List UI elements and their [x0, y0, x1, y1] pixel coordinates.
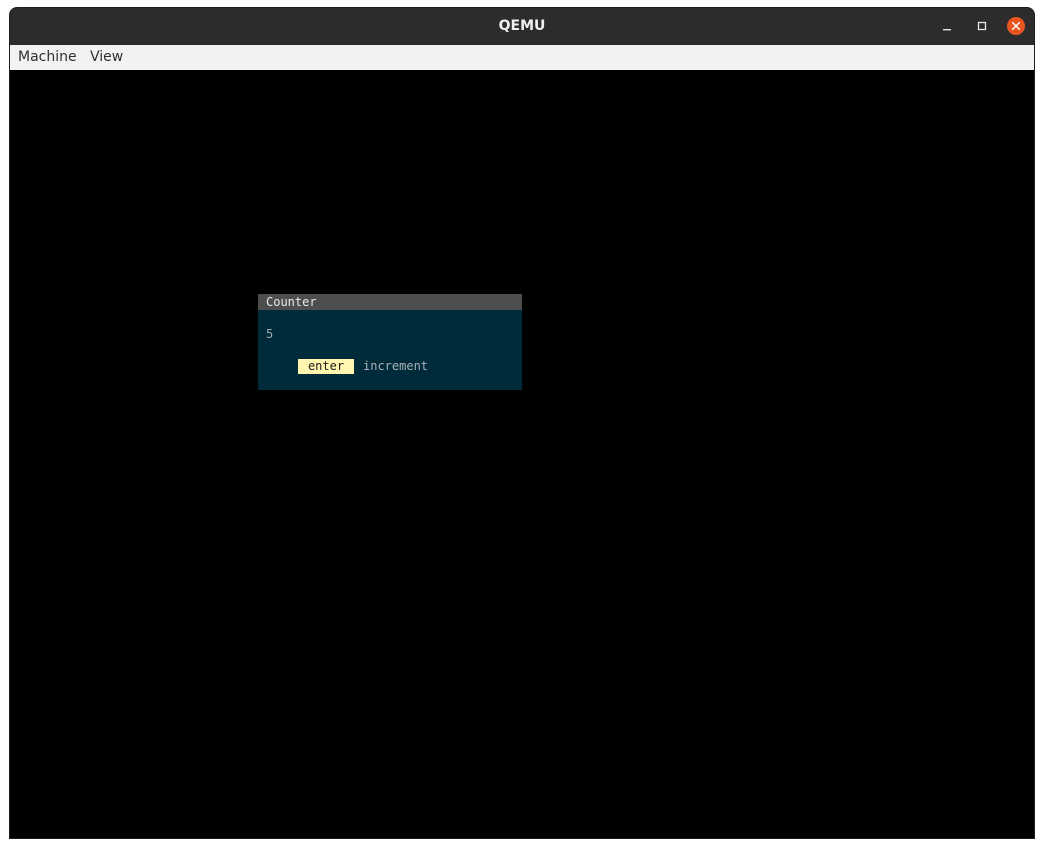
guest-display[interactable]: Counter 5 enter increment: [10, 70, 1034, 838]
window-title: QEMU: [498, 18, 546, 34]
minimize-icon: [943, 29, 951, 31]
counter-value: 5: [266, 327, 274, 341]
menu-view[interactable]: View: [90, 45, 123, 70]
counter-dialog: Counter 5 enter increment: [258, 294, 522, 390]
menu-bar: Machine View: [10, 45, 1034, 71]
close-icon: [1007, 17, 1025, 35]
dialog-title: Counter: [266, 295, 317, 309]
menu-machine[interactable]: Machine: [18, 45, 77, 70]
title-bar[interactable]: QEMU: [10, 8, 1034, 46]
increment-label: increment: [363, 359, 429, 373]
close-button[interactable]: [1006, 16, 1026, 36]
enter-key-badge: enter: [298, 359, 354, 374]
maximize-button[interactable]: [972, 16, 992, 36]
maximize-icon: [977, 21, 987, 31]
minimize-button[interactable]: [937, 16, 957, 36]
qemu-window: QEMU Machine View Counter 5 enter increm…: [10, 8, 1034, 838]
dialog-title-bar: Counter: [258, 294, 522, 310]
